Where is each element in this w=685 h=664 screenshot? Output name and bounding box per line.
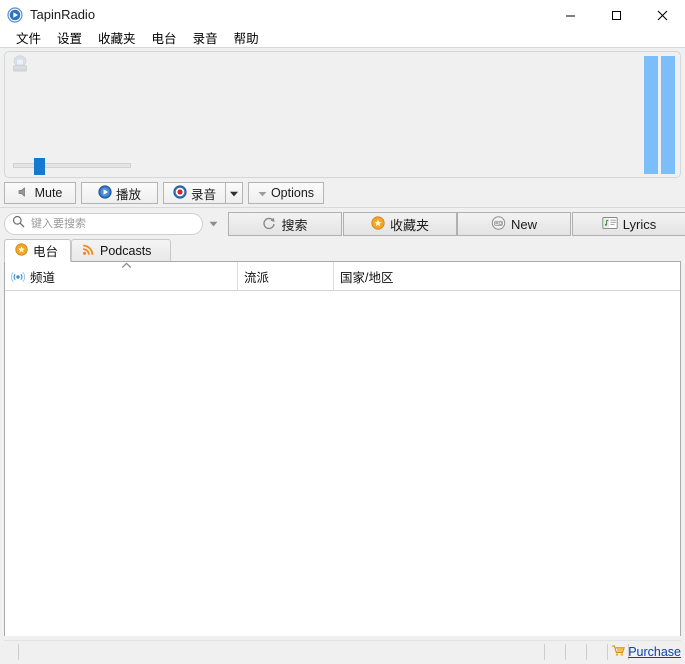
menu-bar: 文件 设置 收藏夹 电台 录音 帮助 xyxy=(0,30,685,48)
star-icon xyxy=(15,242,28,259)
volume-slider-thumb[interactable] xyxy=(33,158,45,175)
volume-slider[interactable] xyxy=(13,158,131,175)
chevron-down-icon xyxy=(230,186,238,200)
cart-icon xyxy=(611,643,626,660)
search-button-label: 搜索 xyxy=(281,217,308,233)
status-divider xyxy=(607,644,608,660)
window-title: TapinRadio xyxy=(30,7,96,22)
tab-stations[interactable]: 电台 xyxy=(4,239,71,262)
play-circle-icon xyxy=(7,7,23,23)
station-list-panel: 频道 流派 国家/地区 xyxy=(4,261,681,636)
record-dropdown-button[interactable] xyxy=(225,182,243,204)
favorites-button[interactable]: 收藏夹 xyxy=(343,212,457,236)
options-label: Options xyxy=(270,186,315,200)
mute-button[interactable]: Mute xyxy=(4,182,76,204)
vu-meter xyxy=(644,56,675,174)
status-divider xyxy=(544,644,545,660)
menu-divider xyxy=(0,47,685,48)
search-box[interactable] xyxy=(4,213,203,235)
search-row: 搜索 收藏夹 New xyxy=(0,212,685,238)
new-button[interactable]: New xyxy=(457,212,571,236)
search-icon xyxy=(12,215,25,233)
chevron-down-icon xyxy=(258,186,267,200)
toolbar-divider xyxy=(0,207,685,208)
record-icon xyxy=(173,184,187,202)
mute-label: Mute xyxy=(34,186,63,200)
play-label: 播放 xyxy=(115,187,141,202)
tab-podcasts[interactable]: Podcasts xyxy=(71,239,171,262)
play-button[interactable]: 播放 xyxy=(81,182,158,204)
menu-item-file[interactable]: 文件 xyxy=(8,30,49,48)
favorites-button-label: 收藏夹 xyxy=(389,217,429,233)
purchase-link[interactable]: Purchase xyxy=(628,645,681,659)
radio-new-icon xyxy=(491,215,506,233)
tab-bar: 电台 Podcasts xyxy=(0,239,685,262)
broadcast-icon xyxy=(11,270,25,283)
column-header-genre[interactable]: 流派 xyxy=(237,262,333,290)
status-divider xyxy=(565,644,566,660)
column-header-channel[interactable]: 频道 xyxy=(5,262,237,290)
window-controls xyxy=(547,0,685,30)
record-button[interactable]: 录音 xyxy=(163,182,225,204)
vu-bar-left xyxy=(644,56,658,174)
search-dropdown-button[interactable] xyxy=(206,218,220,230)
rss-icon xyxy=(82,243,95,259)
tab-podcasts-label: Podcasts xyxy=(100,243,152,258)
radio-icon xyxy=(10,54,30,74)
close-button[interactable] xyxy=(639,0,685,30)
search-refresh-icon xyxy=(262,216,276,233)
visualizer-panel xyxy=(4,51,681,178)
options-button[interactable]: Options xyxy=(248,182,324,204)
tab-stations-label: 电台 xyxy=(33,245,59,259)
transport-toolbar: Mute 播放 录音 Options xyxy=(4,182,324,204)
column-header-genre-label: 流派 xyxy=(244,270,270,285)
maximize-button[interactable] xyxy=(593,0,639,30)
title-bar: TapinRadio xyxy=(0,0,685,30)
vu-bar-right xyxy=(661,56,675,174)
star-icon xyxy=(371,215,385,233)
menu-item-settings[interactable]: 设置 xyxy=(49,30,90,48)
menu-item-recording[interactable]: 录音 xyxy=(185,30,226,48)
station-list-body[interactable] xyxy=(5,291,680,636)
column-header-country[interactable]: 国家/地区 xyxy=(333,262,680,290)
list-column-header: 频道 流派 国家/地区 xyxy=(5,262,680,291)
search-input[interactable] xyxy=(29,217,193,231)
column-header-country-label: 国家/地区 xyxy=(340,270,394,285)
menu-item-favorites[interactable]: 收藏夹 xyxy=(90,30,144,48)
menu-item-stations[interactable]: 电台 xyxy=(144,30,185,48)
column-header-channel-label: 频道 xyxy=(30,270,56,285)
lyrics-button[interactable]: Lyrics xyxy=(572,212,685,236)
status-divider xyxy=(586,644,587,660)
lyrics-button-label: Lyrics xyxy=(622,216,657,232)
search-button[interactable]: 搜索 xyxy=(228,212,342,236)
record-label: 录音 xyxy=(190,187,216,202)
record-button-group: 录音 xyxy=(163,182,243,204)
speaker-icon xyxy=(18,186,31,201)
new-button-label: New xyxy=(510,216,537,232)
purchase-area: Purchase xyxy=(611,643,681,660)
tapinradio-window: TapinRadio 文件 设置 收藏夹 电台 录音 帮助 Mute 播放 录音… xyxy=(0,0,685,664)
menu-item-help[interactable]: 帮助 xyxy=(226,30,267,48)
minimize-button[interactable] xyxy=(547,0,593,30)
lyrics-icon xyxy=(602,216,618,233)
play-icon xyxy=(98,184,112,202)
sort-ascending-icon xyxy=(119,262,133,271)
status-bar: Purchase xyxy=(4,640,681,662)
status-divider xyxy=(18,644,19,660)
